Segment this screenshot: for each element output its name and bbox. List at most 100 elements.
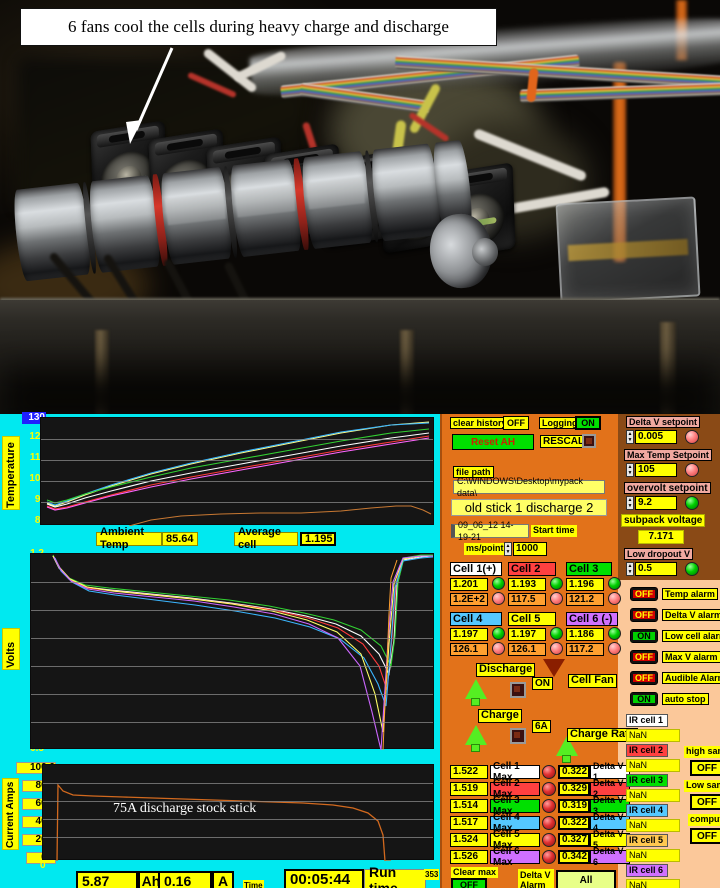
start-time-value: 09_06_12 14-19-21: [451, 520, 529, 542]
cell-max-1: 1.522: [450, 765, 488, 779]
discharge-indicator: [465, 679, 487, 699]
cell-max-label-2: Cell 2 Max: [490, 778, 540, 800]
ir-cell-value-3: NaN: [626, 789, 680, 802]
charge-rate-value[interactable]: 6A: [532, 720, 551, 733]
cell-max-4: 1.517: [450, 816, 488, 830]
bench-shadow: [0, 368, 720, 414]
charge-button[interactable]: [510, 728, 526, 744]
discharge-button[interactable]: [510, 682, 526, 698]
max-temp-setpoint-spinner[interactable]: ▲ ▼: [626, 463, 634, 477]
cell-max-led-2: [542, 782, 556, 796]
cell-temp-2: 117.5: [508, 593, 546, 606]
discharge-label: Discharge: [476, 663, 536, 677]
run-name-field[interactable]: old stick 1 discharge 2: [451, 499, 607, 516]
cell-volts-1: 1.201: [450, 578, 488, 591]
temperature-ylabel: Temperature: [2, 436, 20, 510]
rescale-indicator[interactable]: [582, 434, 596, 448]
delta-v-alarm-indicator-label: Delta V alarm: [662, 609, 720, 621]
cell-volts-3: 1.196: [566, 578, 604, 591]
cell-temp-5: 126.1: [508, 643, 546, 656]
ah-value: 5.87: [76, 871, 138, 888]
cell-header-2: Cell 2: [508, 562, 556, 576]
average-cell-label: Average cell: [234, 526, 298, 551]
delta-v-label-2: Delta V 2: [590, 778, 630, 799]
cell-fan-state[interactable]: ON: [532, 677, 553, 690]
cell-max-3: 1.514: [450, 799, 488, 813]
delta-v-alarm-toggle[interactable]: OFF: [630, 608, 658, 622]
file-path-value[interactable]: C:\WINDOWS\Desktop\mypack data\: [453, 476, 605, 498]
cell-max-5: 1.524: [450, 833, 488, 847]
volts-plot-area[interactable]: [30, 553, 434, 751]
cell-fan-label: Cell Fan: [568, 674, 617, 688]
time-axis-label: Time: [243, 880, 264, 888]
amps-value: 0.16: [158, 871, 212, 888]
ir-cell-value-2: NaN: [626, 759, 680, 772]
reset-ah-button[interactable]: Reset AH: [452, 434, 534, 450]
max-temp-setpoint-label: Max Temp Setpoint: [624, 449, 712, 461]
cell-max-label-4: Cell 4 Max: [490, 812, 540, 834]
cell-volts-6: 1.186: [566, 628, 604, 641]
discharge-stem: [471, 698, 480, 706]
cell-volts-5: 1.197: [508, 628, 546, 641]
ir-cell-value-5: NaN: [626, 849, 680, 862]
delta-v-setpoint-value[interactable]: 0.005: [635, 430, 677, 444]
cell-temp-led-2: [550, 592, 563, 605]
logging-toggle[interactable]: ON: [575, 416, 601, 430]
volts-graph[interactable]: Volts 1.2 1.1 1 0.9 0.8 0.7 0.6 0.5: [0, 548, 440, 756]
delta-v-value-3: 0.319: [558, 799, 590, 813]
temperature-graph[interactable]: Temperature 130 120 110 100 90 80: [0, 412, 440, 532]
current-graph[interactable]: Current Amps 100.0 80.0 60.0 40.0 20.0 0…: [0, 758, 440, 871]
photo-caption: 6 fans cool the cells during heavy charg…: [20, 8, 497, 46]
compute-i-label: compute I: [688, 814, 720, 826]
cell-max-led-4: [542, 816, 556, 830]
photo-battery-pack: 6 fans cool the cells during heavy charg…: [0, 0, 720, 414]
temp-alarm-toggle[interactable]: OFF: [630, 587, 658, 601]
low-dropout-spinner[interactable]: ▲ ▼: [626, 562, 634, 576]
low-sample-toggle[interactable]: OFF: [690, 794, 720, 810]
clear-max-label: Clear max: [451, 867, 499, 878]
app-window: 6 fans cool the cells during heavy charg…: [0, 0, 720, 888]
auto-stop-label: auto stop: [662, 693, 709, 705]
max-temp-setpoint-value[interactable]: 105: [635, 463, 677, 477]
average-cell-value: 1.195: [300, 532, 336, 546]
temperature-plot-area[interactable]: [40, 417, 434, 527]
control-panel: clear history OFF Logging ON Reset AH RE…: [440, 414, 720, 888]
ir-cell-label-6: IR cell 6: [626, 864, 668, 877]
cell-temp-led-4: [492, 642, 505, 655]
delta-v-label-1: Delta V 1: [590, 761, 630, 782]
ms-per-point-spinner[interactable]: ▲ ▼: [504, 542, 512, 556]
cell-temp-1: 1.2E+2: [450, 593, 488, 606]
low-dropout-value[interactable]: 0.5: [635, 562, 677, 576]
delta-v-alarm-selector[interactable]: All: [556, 870, 616, 888]
cell-fan-direction: [543, 659, 565, 677]
low-cell-alarm-toggle[interactable]: ON: [630, 629, 658, 643]
cell-max-label-1: Cell 1 Max: [490, 761, 540, 783]
auto-stop-toggle[interactable]: ON: [630, 692, 658, 706]
current-ylabel: Current Amps: [2, 778, 19, 850]
cell-header-6: Cell 6 (-): [566, 612, 618, 626]
ir-cell-label-4: IR cell 4: [626, 804, 668, 817]
delta-v-alarm-label: Delta V Alarm: [518, 869, 554, 888]
ms-per-point-value[interactable]: 1000: [513, 542, 547, 556]
audible-alarm-toggle[interactable]: OFF: [630, 671, 658, 685]
cell-max-label-6: Cell 6 Max: [490, 846, 540, 868]
delta-v-label-6: Delta V 6: [590, 846, 630, 867]
overvolt-setpoint-value[interactable]: 9.2: [635, 496, 677, 510]
high-sample-toggle[interactable]: OFF: [690, 760, 720, 776]
ir-cell-value-4: NaN: [626, 819, 680, 832]
compute-i-toggle[interactable]: OFF: [690, 828, 720, 844]
overvolt-setpoint-spinner[interactable]: ▲ ▼: [626, 496, 634, 510]
max-v-alarm-toggle[interactable]: OFF: [630, 650, 658, 664]
cell-volts-2: 1.193: [508, 578, 546, 591]
low-dropout-label: Low dropout V: [624, 548, 693, 560]
delta-v-label-5: Delta V 5: [590, 829, 630, 850]
delta-v-setpoint-spinner[interactable]: ▲ ▼: [626, 430, 634, 444]
clear-max-toggle[interactable]: OFF: [451, 878, 487, 888]
current-plot-area[interactable]: 75A discharge stock stick: [42, 764, 434, 862]
cell-volts-led-1: [492, 577, 505, 590]
graphs-column: Temperature 130 120 110 100 90 80: [0, 412, 440, 888]
cell-temp-led-5: [550, 642, 563, 655]
cell-temp-led-3: [608, 592, 621, 605]
clear-history-toggle[interactable]: OFF: [503, 416, 529, 430]
max-temp-setpoint-led: [685, 463, 699, 477]
